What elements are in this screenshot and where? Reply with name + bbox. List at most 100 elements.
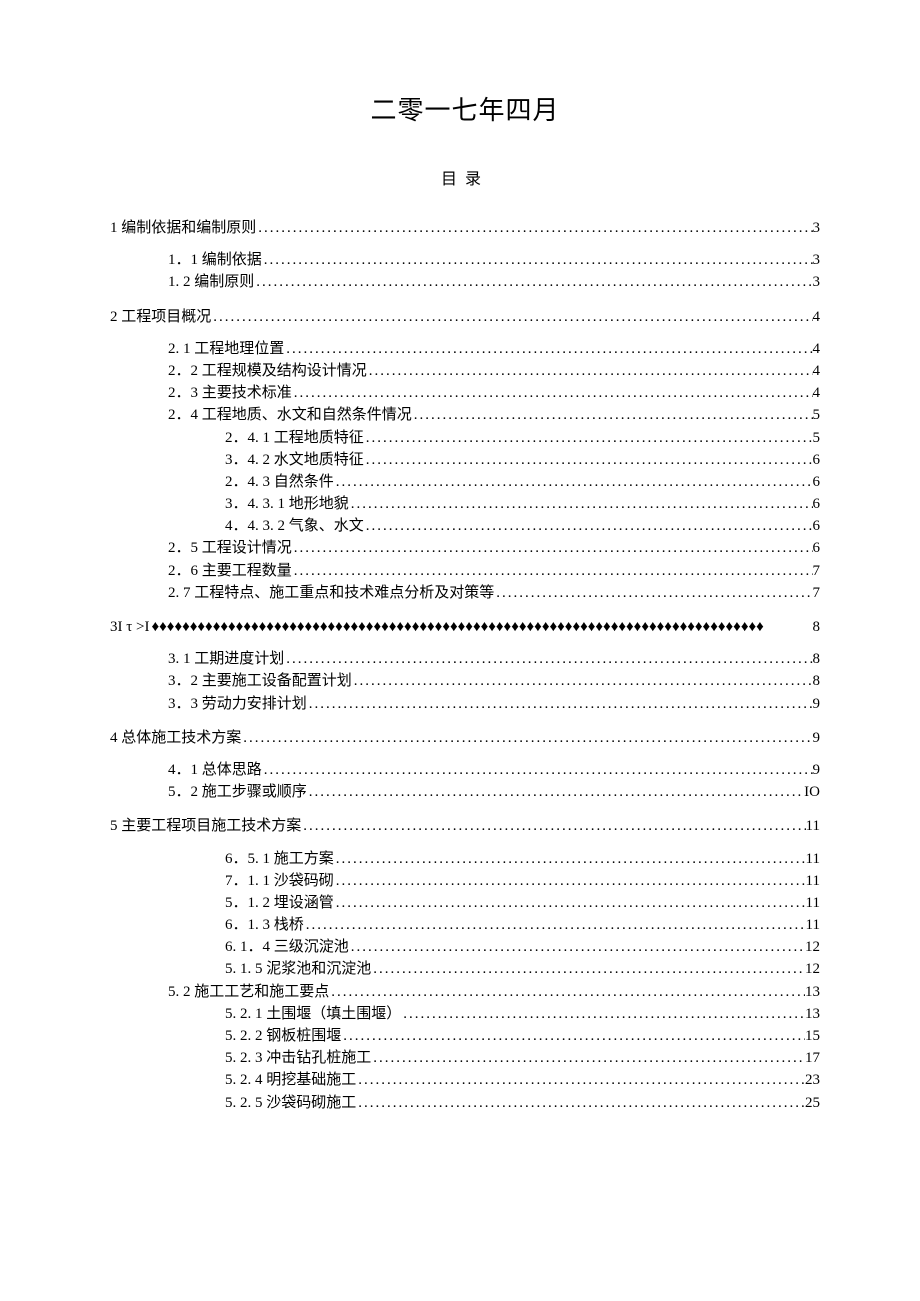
toc-leader-dots [364, 515, 813, 537]
toc-heading: 目录 [110, 165, 820, 189]
table-of-contents: 1 编制依据和编制原则31．1 编制依据31. 2 编制原则32 工程项目概况4… [110, 217, 820, 1114]
toc-entry: 5．1. 2 埋设涵管11 [110, 892, 820, 914]
toc-leader-dots [262, 249, 813, 271]
toc-entry-label: 7．1. 1 沙袋码砌 [225, 870, 334, 892]
toc-leader-dots [329, 981, 805, 1003]
toc-entry-page: 11 [806, 848, 820, 870]
toc-leader-dots [307, 781, 804, 803]
toc-entry-page: 6 [813, 515, 821, 537]
toc-entry-page: 9 [813, 693, 821, 715]
toc-entry: 2. 7 工程特点、施工重点和技术难点分析及对策等 7 [110, 582, 820, 604]
toc-entry: 5. 2. 1 土围堰（填土围堰）13 [110, 1003, 820, 1025]
toc-entry: 5. 2. 2 钢板桩围堰15 [110, 1025, 820, 1047]
toc-entry-page: 3 [813, 249, 821, 271]
toc-entry: 3Ι τ >I8 [110, 616, 820, 638]
toc-leader-dots [334, 892, 806, 914]
toc-leader-dots [334, 848, 806, 870]
toc-leader-dots [341, 1025, 805, 1047]
toc-leader-dots [356, 1069, 805, 1091]
toc-entry: 3．4. 2 水文地质特征 6 [110, 449, 820, 471]
toc-entry: 5. 2. 5 沙袋码砌施工25 [110, 1092, 820, 1114]
toc-leader-dots [256, 217, 812, 239]
toc-leader-dots [352, 670, 813, 692]
toc-entry-page: 4 [813, 306, 821, 328]
toc-entry-label: 5. 2 施工工艺和施工要点 [168, 981, 329, 1003]
toc-leader-dots [254, 271, 812, 293]
toc-entry-page: 7 [813, 582, 821, 604]
toc-entry: 1. 2 编制原则 3 [110, 271, 820, 293]
toc-leader-dots [241, 727, 812, 749]
toc-entry-label: 2. 7 工程特点、施工重点和技术难点分析及对策等 [168, 582, 494, 604]
toc-entry-label: 1．1 编制依据 [168, 249, 262, 271]
toc-entry-label: 2．6 主要工程数量 [168, 560, 292, 582]
toc-entry: 4．4. 3. 2 气象、水文6 [110, 515, 820, 537]
toc-entry-label: 1. 2 编制原则 [168, 271, 254, 293]
toc-entry-label: 5. 2. 5 沙袋码砌施工 [225, 1092, 356, 1114]
toc-entry: 2．4. 1 工程地质特征 5 [110, 427, 820, 449]
toc-entry-page: 11 [806, 870, 820, 892]
toc-leader-dots [364, 449, 813, 471]
toc-leader-dots [371, 1047, 805, 1069]
toc-entry: 7．1. 1 沙袋码砌 11 [110, 870, 820, 892]
toc-entry-label: 2．2 工程规模及结构设计情况 [168, 360, 367, 382]
toc-entry-label: 2．4. 3 自然条件 [225, 471, 334, 493]
toc-entry-label: 2 工程项目概况 [110, 306, 211, 328]
toc-entry-page: 6 [813, 449, 821, 471]
toc-entry: 5．2 施工步骤或顺序IO [110, 781, 820, 803]
toc-entry-label: 4．1 总体思路 [168, 759, 262, 781]
toc-entry-page: 9 [813, 759, 821, 781]
toc-entry-page: 5 [813, 427, 821, 449]
toc-entry: 2．2 工程规模及结构设计情况4 [110, 360, 820, 382]
toc-entry: 2 工程项目概况 4 [110, 306, 820, 328]
toc-entry: 1．1 编制依据 3 [110, 249, 820, 271]
toc-entry-page: IO [804, 781, 820, 803]
toc-leader-dots [292, 382, 813, 404]
toc-entry: 5. 1. 5 泥浆池和沉淀池 12 [110, 958, 820, 980]
toc-leader-dots [412, 404, 813, 426]
toc-leader-dots [307, 693, 813, 715]
toc-entry-page: 12 [805, 958, 820, 980]
toc-entry-label: 2．5 工程设计情况 [168, 537, 292, 559]
toc-entry-page: 3 [813, 271, 821, 293]
toc-entry-label: 3．4. 2 水文地质特征 [225, 449, 364, 471]
toc-entry-label: 3．2 主要施工设备配置计划 [168, 670, 352, 692]
toc-entry-label: 3. 1 工期进度计划 [168, 648, 284, 670]
toc-entry-page: 5 [813, 404, 821, 426]
toc-entry: 2. 1 工程地理位置4 [110, 338, 820, 360]
toc-entry-label: 5. 1. 5 泥浆池和沉淀池 [225, 958, 371, 980]
toc-entry-label: 5. 2. 4 明挖基础施工 [225, 1069, 356, 1091]
toc-entry-page: 6 [813, 471, 821, 493]
toc-entry-page: 11 [806, 914, 820, 936]
toc-entry: 2．6 主要工程数量7 [110, 560, 820, 582]
toc-entry-label: 4 总体施工技术方案 [110, 727, 241, 749]
toc-entry-label: 3．4. 3. 1 地形地貌 [225, 493, 349, 515]
toc-entry-page: 6 [813, 493, 821, 515]
toc-entry: 3．2 主要施工设备配置计划 8 [110, 670, 820, 692]
toc-entry-label: 5. 2. 3 冲击钻孔桩施工 [225, 1047, 371, 1069]
toc-entry-label: 2．4. 1 工程地质特征 [225, 427, 364, 449]
toc-entry: 6．1. 3 栈桥11 [110, 914, 820, 936]
toc-entry-label: 5 主要工程项目施工技术方案 [110, 815, 301, 837]
toc-entry-page: 8 [813, 648, 821, 670]
toc-leader-dots [304, 914, 806, 936]
toc-entry-page: 8 [813, 670, 821, 692]
toc-entry-page: 23 [805, 1069, 820, 1091]
toc-leader-dots [349, 493, 813, 515]
toc-leader-dots [349, 936, 805, 958]
toc-leader-dots [494, 582, 812, 604]
toc-leader-dots [301, 815, 805, 837]
toc-entry: 5. 2 施工工艺和施工要点13 [110, 981, 820, 1003]
toc-entry: 3．4. 3. 1 地形地貌 6 [110, 493, 820, 515]
toc-entry-page: 15 [805, 1025, 820, 1047]
toc-leader-dots [371, 958, 805, 980]
toc-entry-label: 3Ι τ >I [110, 616, 149, 638]
toc-entry-page: 4 [813, 382, 821, 404]
toc-leader-dots [284, 648, 812, 670]
toc-entry-label: 1 编制依据和编制原则 [110, 217, 256, 239]
toc-entry-label: 6．5. 1 施工方案 [225, 848, 334, 870]
toc-entry-page: 13 [805, 1003, 820, 1025]
toc-leader-dots [211, 306, 812, 328]
toc-entry: 5 主要工程项目施工技术方案11 [110, 815, 820, 837]
toc-entry: 3．3 劳动力安排计划9 [110, 693, 820, 715]
toc-entry-page: 9 [813, 727, 821, 749]
